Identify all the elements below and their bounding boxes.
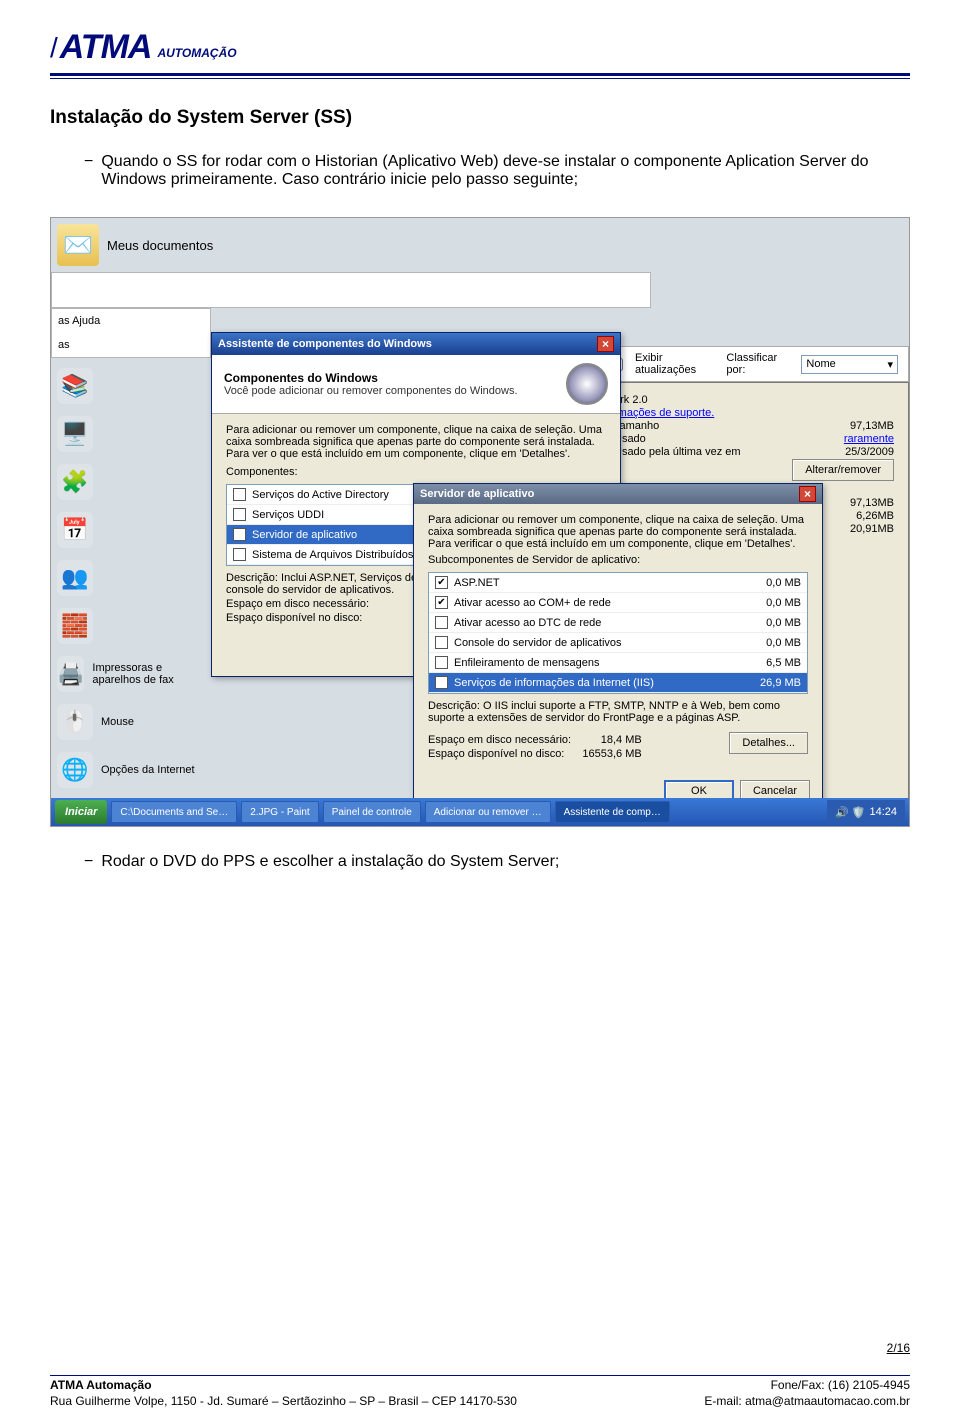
checkbox[interactable] xyxy=(233,548,246,561)
header-rule-thick xyxy=(50,73,910,76)
brand-sub: AUTOMAÇÃO xyxy=(157,46,236,60)
list-item: ✔ASP.NET0,0 MB xyxy=(429,573,807,593)
monitor-icon: 🖥️ xyxy=(57,416,93,452)
cp-icon-internet[interactable]: 🌐Opções da Internet xyxy=(57,752,197,788)
wizard-heading: Componentes do Windows xyxy=(224,371,518,385)
wizard-instructions: Para adicionar ou remover um componente,… xyxy=(226,424,606,460)
cp-icon-printers[interactable]: 🖨️Impressoras e aparelhos de fax xyxy=(57,656,197,692)
sortby-label: Classificar por: xyxy=(726,352,789,376)
cp-icon-2[interactable]: 🖥️ xyxy=(57,416,197,452)
subcomponents-window: Servidor de aplicativo × Para adicionar … xyxy=(413,483,823,813)
sub-title: Servidor de aplicativo xyxy=(420,488,534,500)
screenshot: ✉️ Meus documentos as Ajuda as 📚 🖥️ 🧩 📅 … xyxy=(50,217,910,827)
bullet-1-text: Quando o SS for rodar com o Historian (A… xyxy=(101,153,910,189)
footer-company: ATMA Automação xyxy=(50,1378,152,1392)
desktop-folder[interactable]: ✉️ Meus documentos xyxy=(57,224,213,266)
page-header: / ATMA AUTOMAÇÃO xyxy=(50,28,910,67)
cp-icon-6[interactable]: 🧱 xyxy=(57,608,197,644)
component-icon: 🧩 xyxy=(57,464,93,500)
bullet-2: − Rodar o DVD do PPS e escolher a instal… xyxy=(84,853,910,871)
bullet-dash: − xyxy=(84,853,93,871)
list-item-selected: ✔Serviços de informações da Internet (II… xyxy=(429,673,807,693)
explorer-window-strip xyxy=(51,272,651,308)
wizard-title: Assistente de componentes do Windows xyxy=(218,338,432,350)
control-panel-icons: 📚 🖥️ 🧩 📅 👥 🧱 🖨️Impressoras e aparelhos d… xyxy=(57,368,197,800)
users-icon: 👥 xyxy=(57,560,93,596)
menu-row-2[interactable]: as xyxy=(52,333,210,357)
header-rule-thin xyxy=(50,78,910,79)
desktop-folder-label: Meus documentos xyxy=(107,238,213,253)
clock: 14:24 xyxy=(869,806,897,818)
cp-icon-5[interactable]: 👥 xyxy=(57,560,197,596)
bullet-2-text: Rodar o DVD do PPS e escolher a instalaç… xyxy=(101,853,910,871)
details-button[interactable]: Detalhes... xyxy=(729,732,808,754)
taskbar-item[interactable]: Adicionar ou remover … xyxy=(425,801,551,823)
cp-icon-1[interactable]: 📚 xyxy=(57,368,197,404)
explorer-menubar: as Ajuda as xyxy=(51,308,211,358)
page-number: 2/16 xyxy=(50,1341,910,1355)
page-title: Instalação do System Server (SS) xyxy=(50,107,910,129)
tray-icons: 🔊 🛡️ xyxy=(835,806,865,819)
cp-icon-4[interactable]: 📅 xyxy=(57,512,197,548)
footer-line-1: ATMA Automação Fone/Fax: (16) 2105-4945 xyxy=(50,1378,910,1392)
close-icon[interactable]: × xyxy=(597,336,614,352)
wizard-banner: Componentes do Windows Você pode adicion… xyxy=(212,355,620,414)
cp-icon-3[interactable]: 🧩 xyxy=(57,464,197,500)
wizard-sub: Você pode adicionar ou remover component… xyxy=(224,385,518,397)
sub-titlebar[interactable]: Servidor de aplicativo × xyxy=(414,484,822,504)
sub-components-list[interactable]: ✔ASP.NET0,0 MB ✔Ativar acesso ao COM+ de… xyxy=(428,572,808,694)
taskbar-item-active[interactable]: Assistente de comp… xyxy=(555,801,670,823)
cd-icon xyxy=(566,363,608,405)
close-icon[interactable]: × xyxy=(799,486,816,502)
list-item: Enfileiramento de mensagens6,5 MB xyxy=(429,653,807,673)
sub-instructions: Para adicionar ou remover um componente,… xyxy=(428,514,808,550)
firewall-icon: 🧱 xyxy=(57,608,93,644)
calendar-icon: 📅 xyxy=(57,512,93,548)
checkbox[interactable] xyxy=(233,508,246,521)
menu-row-1[interactable]: as Ajuda xyxy=(52,309,210,333)
start-button[interactable]: Iniciar xyxy=(55,800,107,824)
mouse-icon: 🖱️ xyxy=(57,704,93,740)
footer-rule xyxy=(50,1375,910,1376)
printer-icon: 🖨️ xyxy=(57,656,84,692)
globe-icon: 🌐 xyxy=(57,752,93,788)
system-tray[interactable]: 🔊 🛡️ 14:24 xyxy=(827,800,905,824)
list-item: Ativar acesso ao DTC de rede0,0 MB xyxy=(429,613,807,633)
folder-icon: ✉️ xyxy=(57,224,99,266)
bullet-dash: − xyxy=(84,153,93,171)
footer-address: Rua Guilherme Volpe, 1150 - Jd. Sumaré –… xyxy=(50,1394,517,1408)
list-item: Console do servidor de aplicativos0,0 MB xyxy=(429,633,807,653)
checkbox[interactable] xyxy=(233,488,246,501)
show-updates-label: Exibir atualizações xyxy=(635,352,714,376)
wizard-titlebar[interactable]: Assistente de componentes do Windows × xyxy=(212,333,620,355)
programs-sort-bar: Exibir atualizações Classificar por: Nom… xyxy=(599,346,909,382)
change-remove-button[interactable]: Alterar/remover xyxy=(792,459,894,481)
bullet-1: − Quando o SS for rodar com o Historian … xyxy=(84,153,910,189)
footer-email: E-mail: atma@atmaautomacao.com.br xyxy=(704,1394,910,1408)
footer-phone: Fone/Fax: (16) 2105-4945 xyxy=(771,1378,910,1392)
brand-logo: / ATMA AUTOMAÇÃO xyxy=(50,28,237,67)
support-link[interactable]: rmações de suporte. xyxy=(614,407,714,419)
taskbar: Iniciar C:\Documents and Se… 2.JPG - Pai… xyxy=(51,798,909,826)
books-icon: 📚 xyxy=(57,368,93,404)
sub-list-label: Subcomponentes de Servidor de aplicativo… xyxy=(428,554,808,566)
components-label: Componentes: xyxy=(226,466,606,478)
taskbar-item[interactable]: 2.JPG - Paint xyxy=(241,801,318,823)
checkbox[interactable]: ✔ xyxy=(233,528,246,541)
brand-name: ATMA xyxy=(60,28,152,67)
list-item: ✔Ativar acesso ao COM+ de rede0,0 MB xyxy=(429,593,807,613)
taskbar-item[interactable]: Painel de controle xyxy=(323,801,421,823)
cp-icon-mouse[interactable]: 🖱️Mouse xyxy=(57,704,197,740)
sortby-select[interactable]: Nome▾ xyxy=(801,355,898,374)
footer-line-2: Rua Guilherme Volpe, 1150 - Jd. Sumaré –… xyxy=(50,1394,910,1408)
taskbar-item[interactable]: C:\Documents and Se… xyxy=(111,801,237,823)
